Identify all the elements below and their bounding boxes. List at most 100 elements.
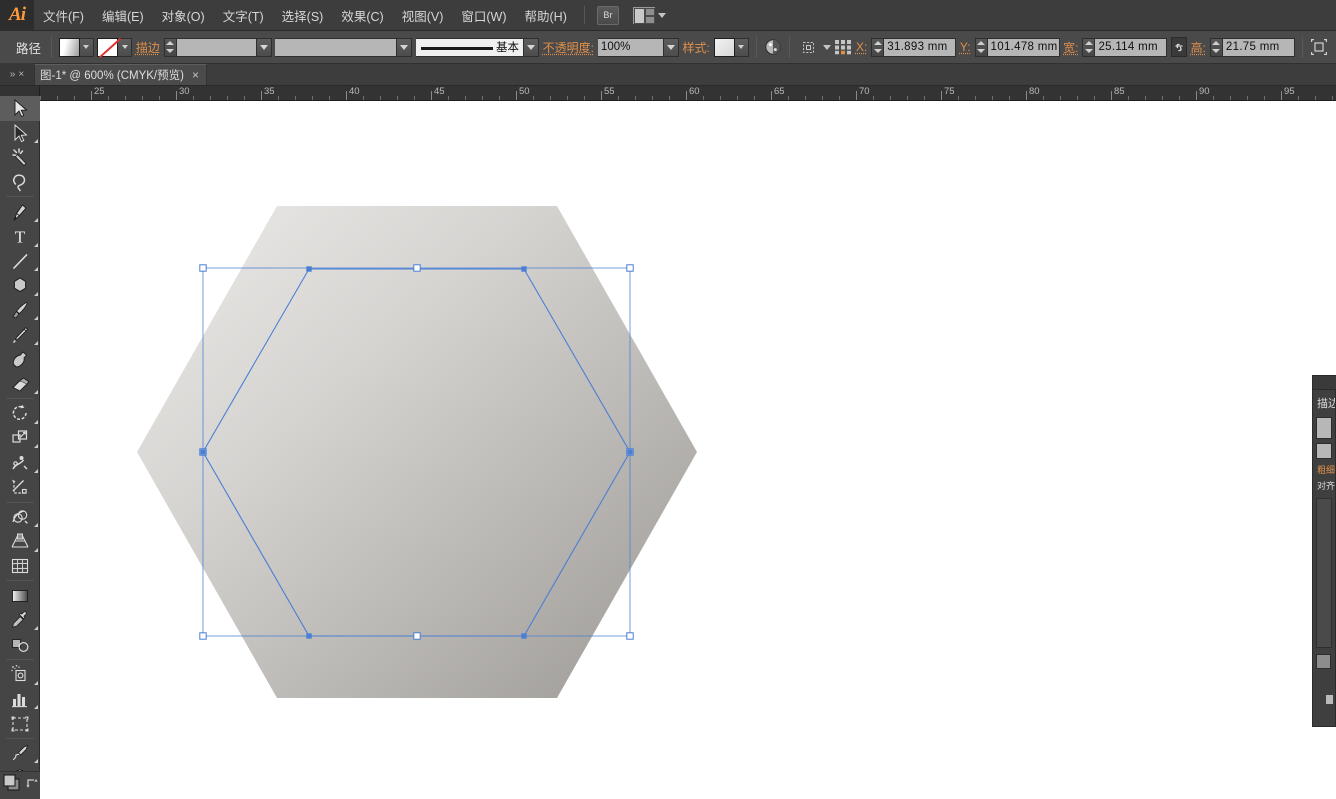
stroke-profile-dropdown-icon[interactable]: [397, 38, 412, 57]
width-input[interactable]: 25.114 mm: [1095, 38, 1167, 57]
stroke-weight-control[interactable]: [164, 38, 272, 57]
width-warp-tool[interactable]: [0, 450, 40, 475]
tool-flyout-indicator-icon[interactable]: [34, 390, 38, 394]
menu-select[interactable]: 选择(S): [273, 0, 333, 31]
blend-tool[interactable]: [0, 632, 40, 657]
tool-flyout-indicator-icon[interactable]: [34, 523, 38, 527]
fill-dropdown-icon[interactable]: [80, 38, 94, 57]
transform-control[interactable]: [797, 36, 831, 58]
tool-flyout-indicator-icon[interactable]: [34, 681, 38, 685]
tool-flyout-indicator-icon[interactable]: [34, 705, 38, 709]
tool-flyout-indicator-icon[interactable]: [34, 267, 38, 271]
menu-object[interactable]: 对象(O): [153, 0, 214, 31]
height-stepper[interactable]: [1210, 38, 1223, 57]
direct-selection-tool[interactable]: [0, 121, 40, 146]
swap-fill-stroke-icon[interactable]: [25, 776, 39, 795]
graphic-style-swatch[interactable]: [714, 38, 735, 57]
menu-edit[interactable]: 编辑(E): [93, 0, 153, 31]
anchor-point[interactable]: [201, 450, 206, 455]
stroke-swatch-none-icon[interactable]: [97, 38, 118, 57]
type-tool[interactable]: T: [0, 224, 40, 249]
width-stepper[interactable]: [1082, 38, 1095, 57]
selection-tool[interactable]: [0, 96, 40, 121]
artwork-layer[interactable]: [40, 101, 1336, 799]
line-segment-tool[interactable]: [0, 249, 40, 274]
paintbrush-tool[interactable]: [0, 298, 40, 323]
slice-tool[interactable]: [0, 741, 40, 766]
gradient-tool[interactable]: [0, 583, 40, 608]
scale-tool[interactable]: [0, 426, 40, 451]
stroke-weight-dropdown-icon[interactable]: [257, 38, 272, 57]
opacity-dropdown-icon[interactable]: [664, 38, 679, 57]
panel-swatch-icon[interactable]: [1316, 654, 1331, 669]
anchor-point[interactable]: [522, 267, 527, 272]
column-graph-tool[interactable]: [0, 687, 40, 712]
graphic-style-control[interactable]: [714, 38, 749, 57]
stroke-profile-control[interactable]: [275, 38, 412, 57]
menu-type[interactable]: 文字(T): [214, 0, 273, 31]
tool-flyout-indicator-icon[interactable]: [34, 420, 38, 424]
tool-flyout-indicator-icon[interactable]: [34, 243, 38, 247]
artboard-canvas[interactable]: [40, 101, 1336, 799]
artboard-tool[interactable]: [0, 711, 40, 736]
lock-aspect-ratio-button[interactable]: [1171, 37, 1187, 57]
bbox-handle[interactable]: [627, 265, 633, 271]
tool-flyout-indicator-icon[interactable]: [34, 316, 38, 320]
menu-help[interactable]: 帮助(H): [516, 0, 576, 31]
menu-file[interactable]: 文件(F): [34, 0, 93, 31]
opacity-control[interactable]: 100%: [598, 38, 679, 57]
pencil-tool[interactable]: [0, 322, 40, 347]
opacity-input[interactable]: 100%: [598, 38, 664, 57]
anchor-point[interactable]: [307, 267, 312, 272]
tool-flyout-indicator-icon[interactable]: [34, 292, 38, 296]
lasso-tool[interactable]: [0, 170, 40, 195]
x-input[interactable]: 31.893 mm: [884, 38, 956, 57]
tool-flyout-indicator-icon[interactable]: [34, 218, 38, 222]
polygon-shape-tool[interactable]: [0, 273, 40, 298]
tool-flyout-indicator-icon[interactable]: [34, 469, 38, 473]
horizontal-ruler[interactable]: 253035404550556065707580859095: [40, 86, 1336, 101]
brush-definition-value[interactable]: 基本: [416, 38, 524, 57]
y-input[interactable]: 101.478 mm: [988, 38, 1060, 57]
fill-color-control[interactable]: [59, 38, 94, 57]
tool-flyout-indicator-icon[interactable]: [34, 759, 38, 763]
menu-view[interactable]: 视图(V): [393, 0, 453, 31]
stroke-profile-input[interactable]: [275, 38, 397, 57]
pen-tool[interactable]: [0, 199, 40, 224]
document-tab[interactable]: 图-1* @ 600% (CMYK/预览) ×: [34, 64, 207, 85]
opacity-label[interactable]: 不透明度:: [543, 39, 594, 56]
tool-flyout-indicator-icon[interactable]: [34, 626, 38, 630]
eyedropper-tool[interactable]: [0, 608, 40, 633]
bridge-button[interactable]: Br: [597, 6, 619, 25]
height-input[interactable]: 21.75 mm: [1223, 38, 1295, 57]
brush-definition-control[interactable]: 基本: [416, 38, 539, 57]
bbox-handle[interactable]: [200, 633, 206, 639]
eraser-tool[interactable]: [0, 372, 40, 397]
tabbar-close-icon[interactable]: ×: [18, 69, 24, 80]
y-position-control[interactable]: 101.478 mm: [975, 38, 1060, 57]
x-position-control[interactable]: 31.893 mm: [871, 38, 956, 57]
graphic-style-dropdown-icon[interactable]: [735, 38, 749, 57]
x-stepper[interactable]: [871, 38, 884, 57]
bbox-handle[interactable]: [627, 633, 633, 639]
stroke-panel-collapsed[interactable]: 描边 粗细 对齐: [1312, 375, 1336, 727]
stroke-weight-label[interactable]: 描边: [136, 39, 160, 56]
align-button[interactable]: [834, 36, 852, 58]
menu-window[interactable]: 窗口(W): [452, 0, 515, 31]
tool-flyout-indicator-icon[interactable]: [34, 139, 38, 143]
bbox-handle[interactable]: [200, 265, 206, 271]
anchor-point[interactable]: [628, 450, 633, 455]
menu-effect[interactable]: 效果(C): [332, 0, 392, 31]
close-icon[interactable]: ×: [192, 68, 199, 82]
shape-builder-tool[interactable]: [0, 505, 40, 530]
stroke-weight-input[interactable]: [177, 38, 257, 57]
recolor-artwork-button[interactable]: [764, 36, 782, 58]
bounding-box-icon[interactable]: [1310, 36, 1328, 58]
blob-brush-tool[interactable]: [0, 347, 40, 372]
free-transform-tool[interactable]: [0, 475, 40, 500]
panel-body-area[interactable]: [1316, 498, 1332, 648]
panel-collapse-handle[interactable]: » ×: [0, 63, 34, 85]
bbox-handle[interactable]: [414, 265, 420, 271]
symbol-sprayer-tool[interactable]: [0, 662, 40, 687]
height-control[interactable]: 21.75 mm: [1210, 38, 1295, 57]
